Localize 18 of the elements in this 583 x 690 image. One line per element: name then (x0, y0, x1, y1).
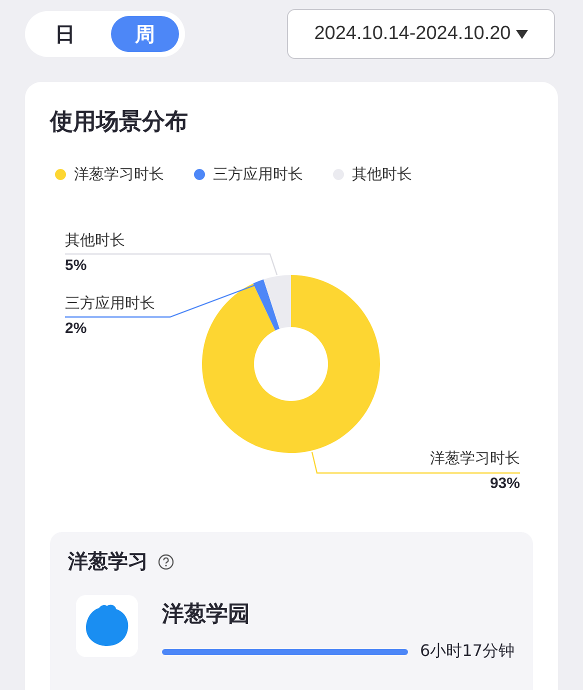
slice-percent: 93% (488, 475, 520, 492)
caret-icon (516, 30, 528, 38)
legend-label: 洋葱学习时长 (74, 165, 164, 184)
app-icon (76, 595, 138, 657)
slice-percent: 5% (65, 257, 88, 274)
help-icon[interactable] (158, 554, 174, 570)
slice-percent: 2% (65, 320, 88, 337)
app-name: 洋葱学园 (162, 601, 251, 629)
card-title: 使用场景分布 (48, 108, 189, 137)
date-range-dropdown[interactable]: 2024.10.14-2024.10.20 (287, 9, 555, 59)
slice-label: 其他时长 (65, 231, 125, 251)
usage-duration: 6小时17分钟 (420, 641, 515, 662)
period-tab[interactable]: 日 (31, 16, 99, 52)
slice-label: 洋葱学习时长 (430, 449, 520, 469)
section-title: 洋葱学习 (68, 548, 148, 575)
legend-label: 三方应用时长 (213, 165, 303, 184)
legend-label: 其他时长 (352, 165, 412, 184)
slice-label: 三方应用时长 (65, 294, 155, 314)
